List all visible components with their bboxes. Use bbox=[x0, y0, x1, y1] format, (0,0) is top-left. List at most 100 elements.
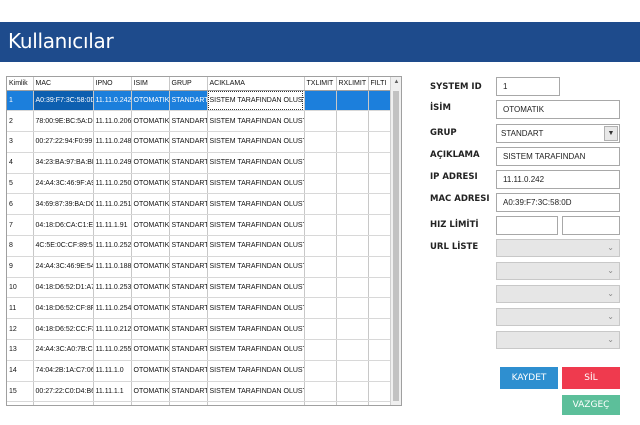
hiz-rx-field[interactable] bbox=[562, 216, 620, 235]
table-cell[interactable] bbox=[304, 110, 337, 133]
table-cell[interactable]: SISTEM TARAFINDAN OLUSTU bbox=[207, 90, 305, 112]
table-cell[interactable]: 5 bbox=[7, 173, 34, 195]
table-cell[interactable]: 10 bbox=[7, 277, 34, 299]
table-cell[interactable] bbox=[336, 256, 369, 278]
column-header[interactable]: TXLIMIT bbox=[304, 77, 337, 91]
scroll-thumb[interactable] bbox=[393, 91, 399, 401]
table-cell[interactable]: 24:A4:3C:46:9E:54 bbox=[33, 256, 94, 278]
table-cell[interactable]: 11.11.0.250 bbox=[93, 173, 132, 195]
table-cell[interactable]: 11.11.0.254 bbox=[93, 297, 132, 320]
table-row[interactable]: 3 00:27:22:94:F0:99 11.11.0.248 OTOMATIK STA… bbox=[7, 131, 394, 153]
vertical-scrollbar[interactable]: ▲ bbox=[390, 77, 401, 405]
table-cell[interactable]: SISTEM TARAFINDAN OLUSTU bbox=[207, 401, 305, 405]
table-cell[interactable]: 11.11.0.212 bbox=[93, 318, 132, 341]
table-cell[interactable] bbox=[336, 339, 369, 361]
table-cell[interactable] bbox=[336, 152, 369, 174]
mac-field[interactable]: A0:39:F7:3C:58:0D bbox=[496, 193, 620, 212]
table-cell[interactable]: STANDART bbox=[169, 297, 208, 320]
table-cell[interactable]: STANDART bbox=[169, 339, 208, 361]
table-cell[interactable]: 11.11.1.0 bbox=[93, 360, 132, 382]
table-cell[interactable]: 11.11.0.188 bbox=[93, 256, 132, 278]
table-cell[interactable] bbox=[304, 339, 337, 361]
url-list-select-4[interactable]: ⌄ bbox=[496, 308, 620, 326]
table-row[interactable]: 7 04:18:D6:CA:C1:E2 11.11.1.91 OTOMATIK STAN… bbox=[7, 214, 394, 237]
table-cell[interactable]: 4C:5E:0C:CF:89:5F bbox=[33, 235, 94, 257]
table-cell[interactable]: SISTEM TARAFINDAN OLUSTU bbox=[207, 173, 305, 195]
grup-select[interactable]: STANDART ▼ bbox=[496, 124, 620, 143]
table-cell[interactable]: 11.11.1.1 bbox=[93, 381, 132, 403]
delete-button[interactable]: SİL bbox=[562, 367, 620, 389]
table-cell[interactable] bbox=[336, 110, 369, 133]
table-cell[interactable] bbox=[304, 214, 337, 237]
table-cell[interactable]: OTOMATIK bbox=[131, 360, 170, 382]
table-cell[interactable]: SISTEM TARAFINDAN OLUSTU bbox=[207, 318, 305, 341]
table-cell[interactable]: 11 bbox=[7, 297, 34, 320]
users-grid[interactable]: Kimlik MAC IPNO ISIM GRUP ACIKLAMA TXLIMIT RXLI… bbox=[6, 76, 402, 406]
table-cell[interactable] bbox=[336, 381, 369, 403]
table-row[interactable]: 8 4C:5E:0C:CF:89:5F 11.11.0.252 OTOMATIK STA… bbox=[7, 235, 394, 257]
save-button[interactable]: KAYDET bbox=[500, 367, 558, 389]
table-row[interactable]: 1 A0:39:F7:3C:58:0D 11.11.0.242 OTOMATIK STA… bbox=[7, 90, 394, 112]
table-row[interactable]: 15 00:27:22:C0:D4:B6 11.11.1.1 OTOMATIK STAN… bbox=[7, 381, 394, 403]
table-row[interactable]: 11 04:18:D6:52:CF:8F 11.11.0.254 OTOMATIK ST… bbox=[7, 297, 394, 320]
table-cell[interactable]: OTOMATIK bbox=[131, 277, 170, 299]
table-cell[interactable]: STANDART bbox=[169, 90, 208, 112]
table-cell[interactable] bbox=[336, 297, 369, 320]
table-cell[interactable]: SISTEM TARAFINDAN OLUSTU bbox=[207, 110, 305, 133]
table-cell[interactable] bbox=[304, 297, 337, 320]
table-row[interactable]: 5 24:A4:3C:46:9F:A9 11.11.0.250 OTOMATIK STA… bbox=[7, 173, 394, 195]
table-cell[interactable]: OTOMATIK bbox=[131, 152, 170, 174]
column-header[interactable]: RXLIMIT bbox=[336, 77, 369, 91]
table-cell[interactable]: STANDART bbox=[169, 401, 208, 405]
table-row[interactable]: 6 34:69:87:39:BA:DC 11.11.0.251 OTOMATIK STA… bbox=[7, 193, 394, 216]
table-cell[interactable]: 11.11.1.91 bbox=[93, 214, 132, 237]
table-cell[interactable] bbox=[304, 318, 337, 341]
table-cell[interactable]: 13 bbox=[7, 339, 34, 361]
table-cell[interactable]: SISTEM TARAFINDAN OLUSTU bbox=[207, 214, 305, 237]
hiz-tx-field[interactable] bbox=[496, 216, 558, 235]
table-cell[interactable] bbox=[304, 256, 337, 278]
table-cell[interactable]: 04:18:D6:52:CF:8F bbox=[33, 297, 94, 320]
column-header[interactable]: ACIKLAMA bbox=[207, 77, 305, 91]
table-row[interactable]: 2 78:00:9E:BC:5A:DE 11.11.0.206 OTOMATIK STA… bbox=[7, 110, 394, 133]
table-cell[interactable]: STANDART bbox=[169, 214, 208, 237]
url-list-select-5[interactable]: ⌄ bbox=[496, 331, 620, 349]
table-cell[interactable] bbox=[304, 152, 337, 174]
table-cell[interactable]: STANDART bbox=[169, 256, 208, 278]
table-cell[interactable]: 04:18:D6:CA:C1:E2 bbox=[33, 214, 94, 237]
table-cell[interactable]: 11.11.0.253 bbox=[93, 277, 132, 299]
table-cell[interactable]: 04:18:D6:52:D1:A7 bbox=[33, 277, 94, 299]
table-cell[interactable]: 11.11.1.2 bbox=[93, 401, 132, 405]
table-cell[interactable]: OTOMATIK bbox=[131, 401, 170, 405]
table-cell[interactable]: OTOMATIK bbox=[131, 256, 170, 278]
table-cell[interactable]: SISTEM TARAFINDAN OLUSTU bbox=[207, 131, 305, 153]
table-cell[interactable] bbox=[336, 193, 369, 216]
table-cell[interactable]: SISTEM TARAFINDAN OLUSTU bbox=[207, 193, 305, 216]
table-cell[interactable]: STANDART bbox=[169, 360, 208, 382]
table-cell[interactable]: OTOMATIK bbox=[131, 173, 170, 195]
column-header[interactable]: ISIM bbox=[131, 77, 170, 91]
table-cell[interactable]: OTOMATIK bbox=[131, 214, 170, 237]
table-cell[interactable] bbox=[304, 381, 337, 403]
table-cell[interactable]: STANDART bbox=[169, 381, 208, 403]
table-cell[interactable]: 00:27:22:C0:D4:7C bbox=[33, 401, 94, 405]
table-cell[interactable]: 8 bbox=[7, 235, 34, 257]
table-cell[interactable]: 6 bbox=[7, 193, 34, 216]
table-cell[interactable]: 15 bbox=[7, 381, 34, 403]
table-cell[interactable]: SISTEM TARAFINDAN OLUSTU bbox=[207, 152, 305, 174]
table-cell[interactable] bbox=[304, 193, 337, 216]
table-cell[interactable]: 11.11.0.206 bbox=[93, 110, 132, 133]
column-header[interactable]: IPNO bbox=[93, 77, 132, 91]
table-cell[interactable]: 12 bbox=[7, 318, 34, 341]
table-cell[interactable] bbox=[336, 401, 369, 405]
table-cell[interactable]: 2 bbox=[7, 110, 34, 133]
aciklama-field[interactable]: SISTEM TARAFINDAN bbox=[496, 147, 620, 166]
scroll-up-icon[interactable]: ▲ bbox=[391, 77, 401, 88]
table-cell[interactable] bbox=[336, 318, 369, 341]
table-cell[interactable]: STANDART bbox=[169, 110, 208, 133]
table-cell[interactable]: OTOMATIK bbox=[131, 193, 170, 216]
table-cell[interactable]: OTOMATIK bbox=[131, 297, 170, 320]
table-cell[interactable] bbox=[336, 235, 369, 257]
table-cell[interactable]: 78:00:9E:BC:5A:DE bbox=[33, 110, 94, 133]
table-cell[interactable]: 11.11.0.248 bbox=[93, 131, 132, 153]
